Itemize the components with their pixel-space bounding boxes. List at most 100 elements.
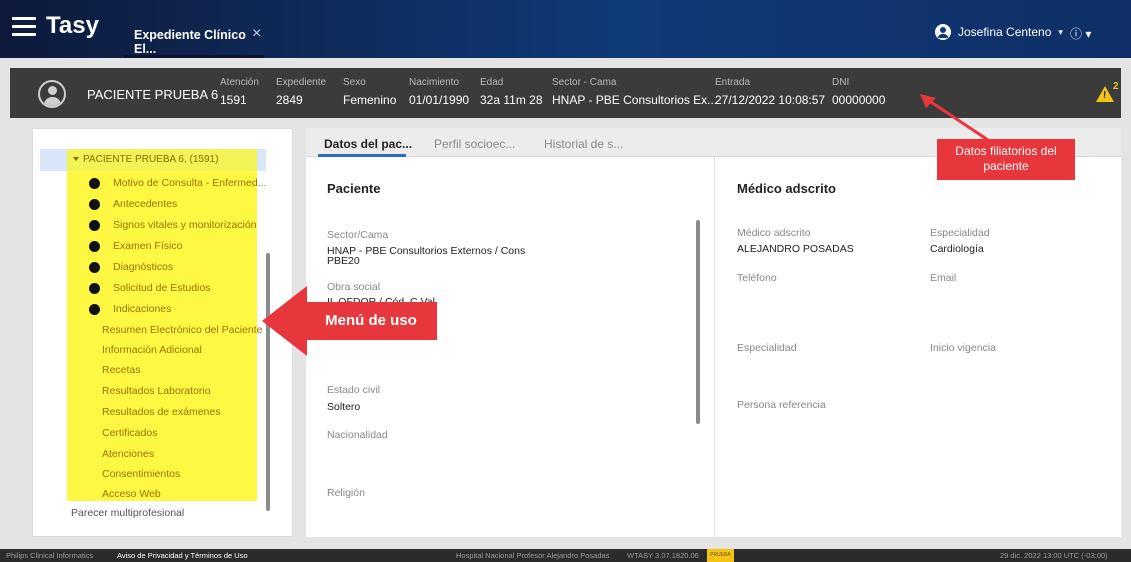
field-label-expediente: Expediente — [276, 77, 327, 88]
tab-datos-paciente[interactable]: Datos del pac... — [324, 137, 412, 151]
footer-company: Philips Clinical Informatics — [6, 551, 94, 560]
footer-version: WTASY 3.07.1820.06 — [627, 551, 699, 560]
menu-item-parecer[interactable]: Parecer multiprofesional — [71, 507, 184, 519]
field-value-entrada: 27/12/2022 10:08:57 — [715, 93, 826, 107]
bullet-icon — [89, 240, 100, 252]
datos-callout-line1: Datos filiatorios del — [955, 144, 1057, 158]
app-title: Tasy — [46, 12, 99, 39]
column-divider — [714, 157, 715, 537]
field-label-sexo: Sexo — [343, 77, 366, 88]
label-obra-social: Obra social — [327, 281, 381, 293]
menu-item-laboratorio[interactable]: Resultados Laboratorio — [102, 385, 211, 397]
menu-item-label: Indicaciones — [113, 303, 172, 315]
menu-item-label: Signos vitales y monitorización — [113, 219, 257, 231]
menu-item-label: Motivo de Consulta - Enfermed... — [113, 177, 267, 189]
menu-item-certificados[interactable]: Certificados — [102, 427, 157, 439]
menu-item-solicitud[interactable]: Solicitud de Estudios — [89, 282, 210, 294]
label-sector-cama: Sector/Cama — [327, 229, 389, 241]
bullet-icon — [89, 219, 100, 231]
menu-item-diagnosticos[interactable]: Diagnósticos — [89, 261, 173, 273]
menu-item-examen[interactable]: Examen Físico — [89, 240, 182, 252]
hamburger-menu-icon[interactable] — [12, 17, 36, 37]
footer-privacy-link[interactable]: Aviso de Privacidad y Términos de Uso — [117, 549, 248, 562]
menu-item-motivo[interactable]: Motivo de Consulta - Enfermed... — [89, 177, 267, 189]
label-religion: Religión — [327, 487, 365, 499]
bullet-icon — [89, 261, 100, 273]
field-label-nacimiento: Nacimiento — [409, 77, 460, 88]
tree-root-label[interactable]: PACIENTE PRUEBA 6, (1591) — [73, 154, 218, 165]
label-medico-adscrito: Médico adscrito — [737, 227, 811, 239]
tab-historial[interactable]: Historial de s... — [544, 137, 623, 151]
content-scrollbar[interactable] — [696, 220, 700, 424]
menu-item-recetas[interactable]: Recetas — [102, 364, 141, 376]
label-email: Email — [930, 272, 957, 284]
navigation-menu-panel: PACIENTE PRUEBA 6, (1591) Motivo de Cons… — [32, 128, 293, 537]
info-menu-icon[interactable]: ⓘ ▾ — [1070, 25, 1091, 42]
tab-underline — [124, 55, 264, 58]
menu-callout-arrow — [262, 286, 307, 356]
label-inicio-vigencia: Inicio vigencia — [930, 342, 996, 354]
field-label-entrada: Entrada — [715, 77, 751, 88]
field-label-dni: DNI — [832, 77, 850, 88]
field-value-nacimiento: 01/01/1990 — [409, 93, 470, 107]
menu-item-informacion[interactable]: Información Adicional — [102, 344, 202, 356]
menu-item-antecedentes[interactable]: Antecedentes — [89, 198, 177, 210]
bullet-icon — [89, 282, 100, 294]
menu-item-consentimientos[interactable]: Consentimientos — [102, 468, 180, 480]
menu-item-examenes[interactable]: Resultados de exámenes — [102, 406, 221, 418]
tab-expediente[interactable]: Expediente Clínico El... × — [124, 14, 264, 58]
field-value-expediente: 2849 — [276, 93, 303, 107]
menu-item-indicaciones[interactable]: Indicaciones — [89, 303, 171, 315]
user-name: Josefina Centeno — [958, 25, 1052, 39]
menu-item-resumen[interactable]: Resumen Electrónico del Paciente — [102, 324, 263, 336]
label-persona-referencia: Persona referencia — [737, 399, 826, 411]
datos-callout-line2: paciente — [983, 159, 1029, 173]
menu-item-label: Diagnósticos — [113, 261, 174, 273]
bullet-icon — [89, 303, 100, 315]
field-value-sector-cama: HNAP - PBE Consultorios Ex... — [552, 93, 718, 107]
field-label-edad: Edad — [480, 77, 504, 88]
expand-triangle-icon — [73, 157, 79, 161]
value-medico-adscrito: ALEJANDRO POSADAS — [737, 243, 854, 255]
footer-datetime: 29 dic. 2022 13:00 UTC (-03:00) — [1000, 551, 1108, 560]
menu-item-label: Solicitud de Estudios — [113, 282, 211, 294]
menu-item-label: Antecedentes — [113, 198, 178, 210]
close-icon[interactable]: × — [252, 25, 261, 43]
patient-avatar-icon — [38, 80, 66, 108]
top-bar: Tasy Expediente Clínico El... × Josefina… — [0, 0, 1131, 58]
field-label-atencion: Atención — [220, 77, 259, 88]
footer-bar: Philips Clinical Informatics Aviso de Pr… — [0, 549, 1131, 562]
value-especialidad: Cardiología — [930, 243, 984, 255]
section-title-paciente: Paciente — [327, 181, 381, 196]
user-menu[interactable]: Josefina Centeno ▾ — [935, 24, 1063, 40]
field-value-dni: 00000000 — [832, 93, 886, 107]
active-tab-indicator — [318, 154, 406, 157]
field-value-sexo: Femenino — [343, 93, 397, 107]
bullet-icon — [89, 177, 100, 189]
menu-callout: Menú de uso — [305, 302, 437, 340]
label-estado-civil: Estado civil — [327, 384, 381, 396]
user-icon — [935, 24, 951, 40]
label-nacionalidad: Nacionalidad — [327, 429, 388, 441]
field-value-atencion: 1591 — [220, 93, 247, 107]
menu-item-acceso-web[interactable]: Acceso Web — [102, 488, 161, 500]
label-especialidad: Especialidad — [930, 227, 990, 239]
footer-hospital: Hospital Nacional Profesor Alejandro Pos… — [456, 551, 610, 560]
footer-environment-badge: PRUEBA — [707, 549, 734, 562]
value-sector-cama-2: PBE20 — [327, 255, 360, 267]
warning-mark: ! — [1103, 90, 1107, 101]
menu-item-label: Examen Físico — [113, 240, 183, 252]
menu-item-atenciones[interactable]: Atenciones — [102, 448, 154, 460]
tab-perfil-socioeconomico[interactable]: Perfil socioec... — [434, 137, 515, 151]
datos-callout: Datos filiatorios del paciente — [937, 139, 1075, 180]
patient-name: PACIENTE PRUEBA 6 — [87, 87, 219, 102]
menu-item-signos[interactable]: Signos vitales y monitorización — [89, 219, 257, 231]
label-telefono: Teléfono — [737, 272, 777, 284]
tab-expediente-label: Expediente Clínico El... — [134, 28, 246, 56]
bullet-icon — [89, 198, 100, 210]
section-title-medico: Médico adscrito — [737, 181, 836, 196]
value-estado-civil: Soltero — [327, 401, 361, 413]
field-value-edad: 32a 11m 28 — [480, 93, 543, 107]
label-especialidad-2: Especialidad — [737, 342, 797, 354]
tree-root-text: PACIENTE PRUEBA 6, (1591) — [83, 154, 219, 165]
